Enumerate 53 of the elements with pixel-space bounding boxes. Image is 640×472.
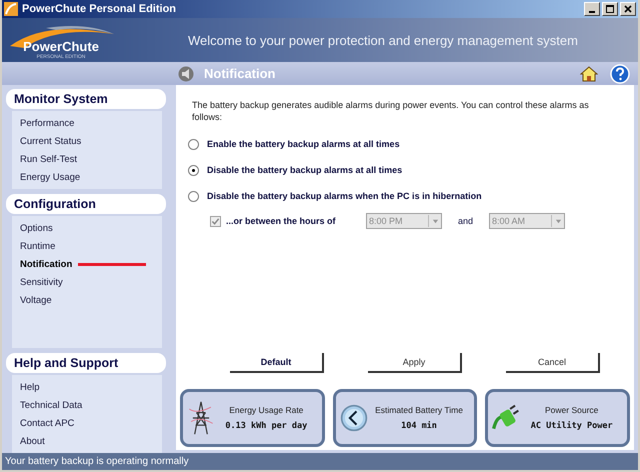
maximize-icon (605, 4, 615, 14)
radio-button[interactable] (188, 190, 199, 202)
section-header: Configuration (6, 194, 166, 214)
close-icon (623, 4, 633, 14)
card-title: Estimated Battery Time (375, 405, 463, 415)
checkbox-label: ...or between the hours of (226, 216, 337, 226)
window-title: PowerChute Personal Edition (22, 3, 176, 15)
power-tower-icon (187, 400, 215, 436)
maximize-button[interactable] (602, 2, 618, 16)
section-header: Monitor System (6, 89, 166, 109)
option-label: Enable the battery backup alarms at all times (207, 139, 400, 149)
minimize-button[interactable] (584, 2, 600, 16)
intro-text: The battery backup generates audible alarms during power events. You can control these alarms as follows: (192, 99, 590, 123)
action-button[interactable]: Cancel (506, 353, 600, 373)
nav-link[interactable]: Current Status (20, 136, 82, 146)
and-label: and (458, 216, 474, 226)
nav-link[interactable]: Options (20, 222, 53, 234)
action-button[interactable]: Default (230, 353, 324, 373)
option-label: Disable the battery backup alarms when the PC is in hibernation (207, 191, 482, 201)
nav-link[interactable]: About (20, 436, 45, 446)
nav-link[interactable]: Energy Usage (20, 172, 80, 182)
nav-link[interactable]: Help (20, 382, 40, 392)
page-title: Notification (204, 66, 276, 81)
card-value: 0.13 kWh per day (225, 421, 308, 431)
radio-button[interactable] (188, 164, 199, 176)
nav-link[interactable]: Technical Data (20, 400, 82, 410)
nav-link[interactable]: Contact APC (20, 418, 74, 428)
nav-link[interactable]: Voltage (20, 294, 52, 306)
home-icon[interactable] (580, 64, 598, 82)
action-button[interactable]: Apply (368, 353, 462, 373)
nav-link[interactable]: Runtime (20, 240, 56, 252)
nav-link[interactable]: Notification (20, 258, 72, 270)
logo-name: PowerChute (23, 40, 99, 54)
minimize-icon (589, 11, 595, 13)
card-title: Energy Usage Rate (229, 405, 304, 415)
nav-link[interactable]: Performance (20, 118, 74, 128)
card-value: 104 min (401, 421, 437, 431)
radio-button[interactable] (188, 138, 199, 150)
card-title: Power Source (544, 405, 598, 415)
nav-link[interactable]: Run Self-Test (20, 154, 78, 164)
speaker-icon (178, 66, 194, 82)
card-value: AC Utility Power (530, 421, 613, 431)
status-bar: Your battery backup is operating normally (2, 453, 638, 470)
welcome-text: Welcome to your power protection and energy management system (188, 32, 578, 48)
caret-icon (554, 218, 562, 224)
option-label: Disable the battery backup alarms at all times (207, 165, 402, 175)
app-icon (4, 2, 18, 16)
caret-icon (432, 218, 438, 224)
close-button[interactable] (620, 2, 636, 16)
nav-link[interactable]: Sensitivity (20, 276, 63, 288)
help-icon[interactable] (610, 64, 630, 84)
selection-bar (78, 262, 146, 266)
section-header: Help and Support (6, 353, 166, 373)
